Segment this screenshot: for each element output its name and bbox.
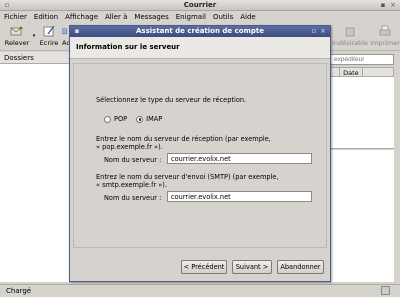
menu-affichage[interactable]: Affichage <box>65 13 98 21</box>
print-icon <box>379 25 391 36</box>
radio-imap-label: IMAP <box>146 115 163 123</box>
get-mail-icon <box>10 26 23 36</box>
menu-enigmail[interactable]: Enigmail <box>176 13 206 21</box>
dialog-content: Sélectionnez le type du serveur de récep… <box>73 63 327 248</box>
window-title: Courrier <box>183 1 217 9</box>
column-date[interactable]: Date <box>340 68 363 77</box>
relever-label: Relever <box>4 39 30 47</box>
incoming-server-input[interactable] <box>167 153 312 164</box>
message-list-header: Date <box>330 67 394 77</box>
folders-header: Dossiers <box>0 52 72 64</box>
outgoing-text-line2: « smtp.exemple.fr »). <box>96 181 167 189</box>
relever-button[interactable]: Relever <box>4 25 30 47</box>
relever-dropdown[interactable]: ▾ <box>31 31 37 39</box>
menu-fichier[interactable]: Fichier <box>4 13 27 21</box>
main-titlebar: Courrier ▫ ▪ × <box>0 0 400 11</box>
menu-messages[interactable]: Messages <box>134 13 168 21</box>
dialog-minimize-icon[interactable]: ▫ <box>310 27 318 35</box>
dialog-titlebar: ▪ Assistant de création de compte ▫ × <box>70 26 330 37</box>
menu-edition[interactable]: Edition <box>34 13 58 21</box>
search-input[interactable] <box>330 54 394 65</box>
menu-aide[interactable]: Aide <box>240 13 255 21</box>
dialog-buttons: < Précédent Suivant > Abandonner <box>70 256 330 278</box>
compose-icon <box>43 25 55 37</box>
close-icon[interactable]: × <box>389 1 397 9</box>
outgoing-label: Nom du serveur : <box>104 194 162 202</box>
dialog-close-icon[interactable]: × <box>319 27 327 35</box>
outgoing-text-line1: Entrez le nom du serveur d'envoi (SMTP) … <box>96 173 279 181</box>
radio-pop[interactable] <box>104 115 111 123</box>
previous-button[interactable]: < Précédent <box>181 260 227 274</box>
incoming-label: Nom du serveur : <box>104 156 162 164</box>
status-text: Chargé <box>6 287 32 295</box>
column-thread[interactable] <box>331 68 341 76</box>
junk-icon <box>345 27 355 37</box>
chevron-down-icon: ▾ <box>32 33 36 39</box>
cancel-button[interactable]: Abandonner <box>277 260 324 274</box>
incoming-text-line1: Entrez le nom du serveur de réception (p… <box>96 135 271 143</box>
outgoing-server-input[interactable] <box>167 191 312 202</box>
minimize-icon[interactable]: ▪ <box>379 1 387 9</box>
menu-aller-a[interactable]: Aller à <box>105 13 127 21</box>
indesirable-button[interactable]: Indésirable <box>331 25 369 47</box>
radio-imap[interactable] <box>136 115 144 123</box>
radio-pop-label: POP <box>114 115 128 123</box>
statusbar: Chargé <box>0 284 400 297</box>
indesirable-label: Indésirable <box>332 39 368 47</box>
ecrire-label: Ecrire <box>39 39 59 47</box>
account-wizard-dialog: ▪ Assistant de création de compte ▫ × In… <box>69 25 331 282</box>
dialog-header: Information sur le serveur <box>70 37 330 59</box>
next-button[interactable]: Suivant > <box>232 260 272 274</box>
message-preview <box>330 150 394 282</box>
imprimer-label: Imprimer <box>370 39 400 47</box>
imprimer-button[interactable]: Imprimer <box>370 25 400 47</box>
folders-pane[interactable] <box>0 64 72 282</box>
status-icon <box>381 286 390 295</box>
dialog-title: Assistant de création de compte <box>136 27 264 35</box>
window-menu-icon[interactable]: ▫ <box>3 1 11 9</box>
server-type-radios: POP IMAP <box>104 115 162 123</box>
menu-outils[interactable]: Outils <box>213 13 233 21</box>
menubar: Fichier Edition Affichage Aller à Messag… <box>0 11 400 23</box>
ecrire-button[interactable]: Ecrire <box>38 25 60 47</box>
message-list[interactable] <box>330 77 394 149</box>
select-type-text: Sélectionnez le type du serveur de récep… <box>96 96 247 104</box>
incoming-text-line2: « pop.exemple.fr »). <box>96 143 163 151</box>
